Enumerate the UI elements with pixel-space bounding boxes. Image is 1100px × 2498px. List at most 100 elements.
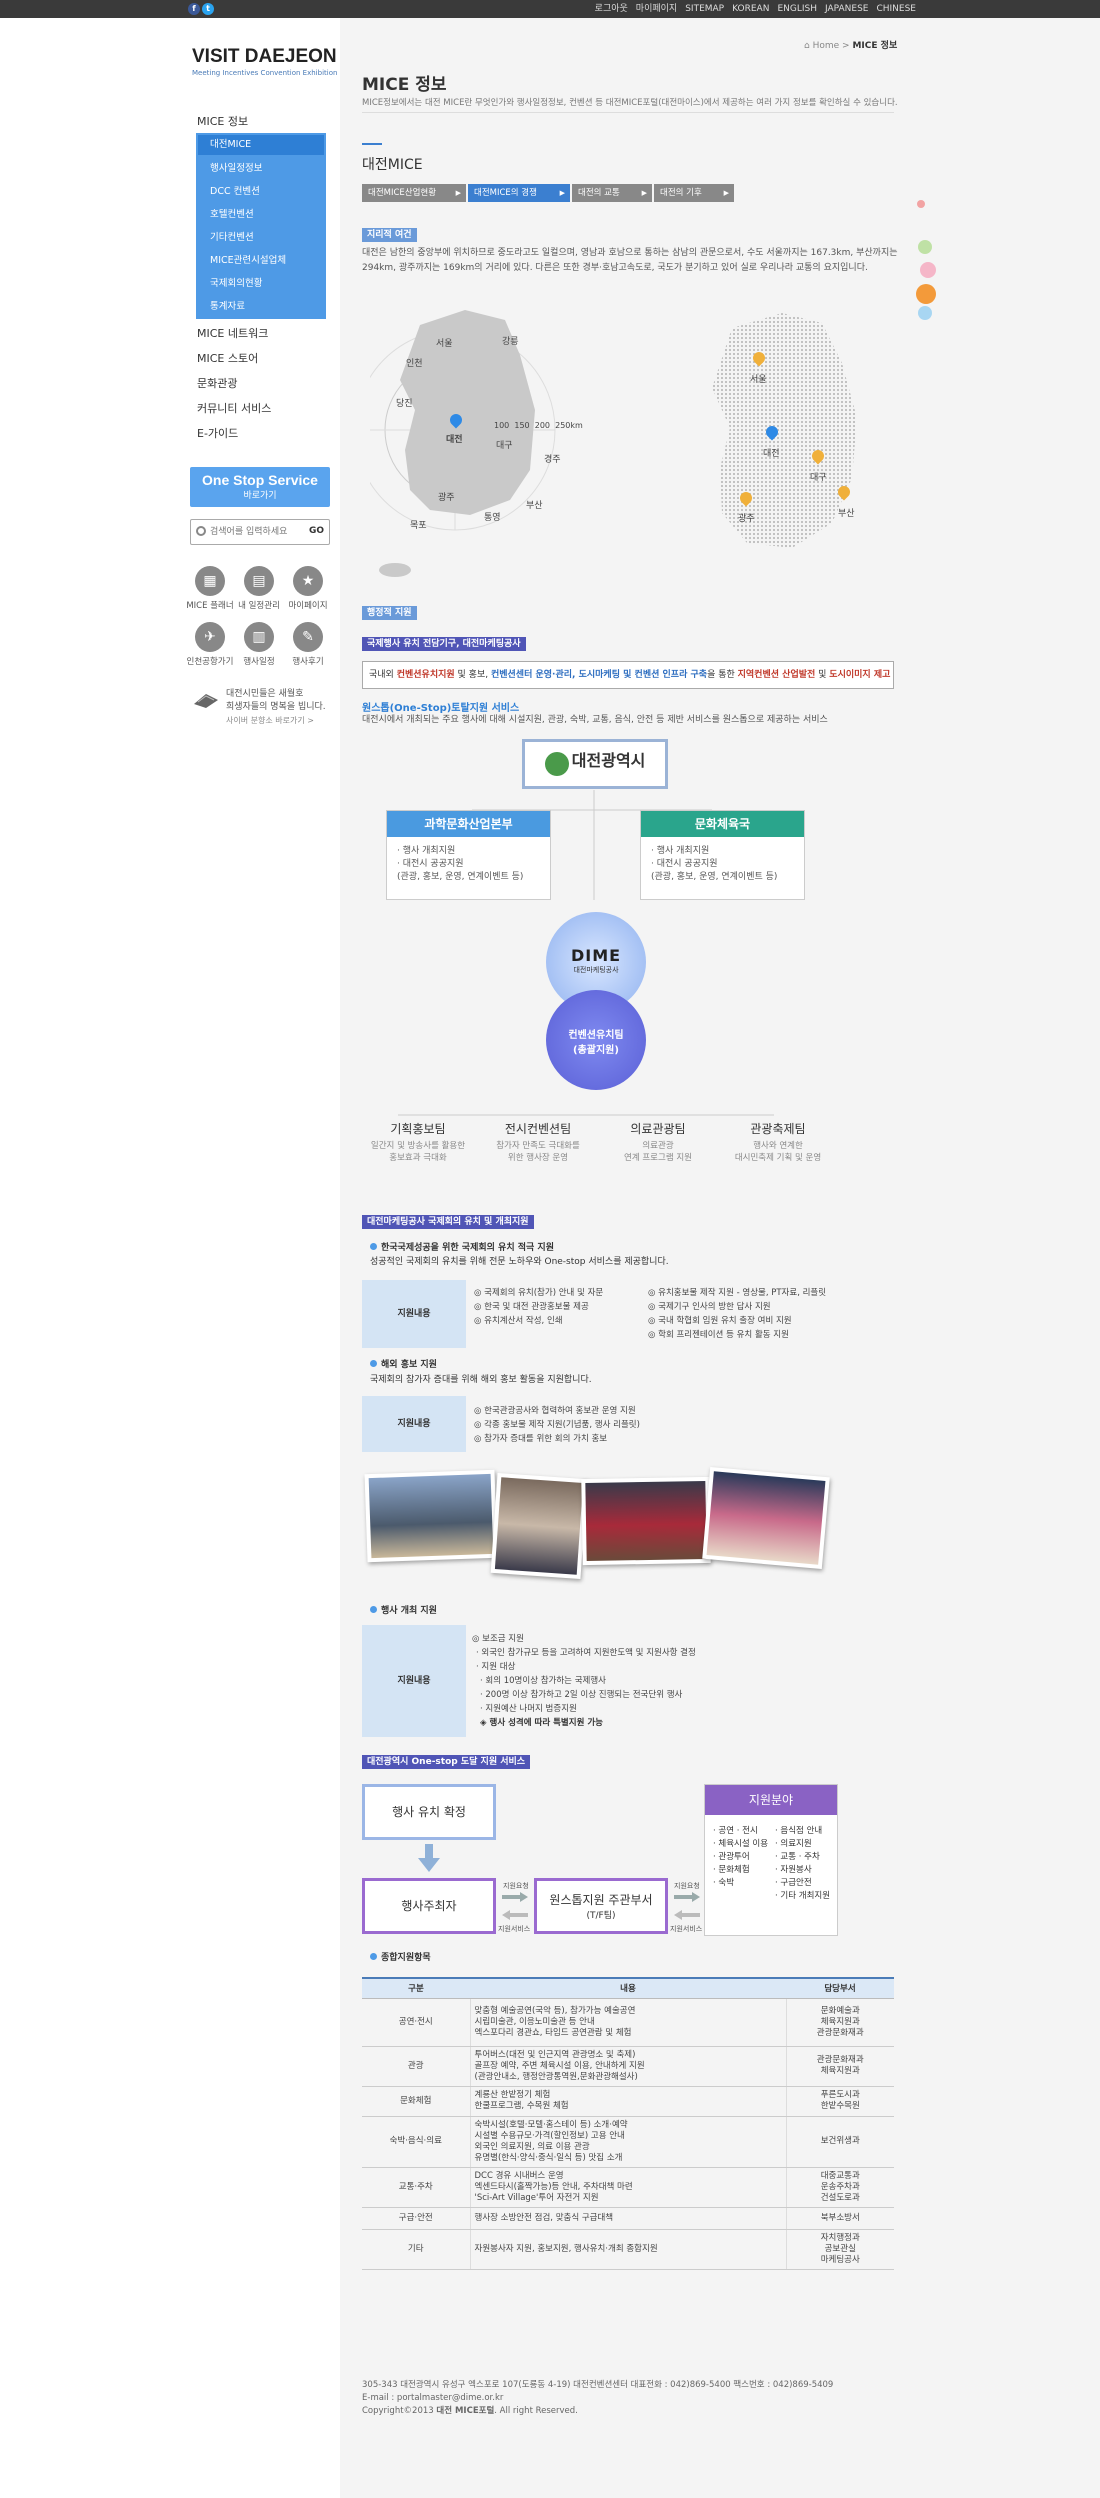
map-city-label: 대구 xyxy=(496,441,513,451)
table-line: 건설도로과 xyxy=(820,2192,860,2203)
table-line: 맞춤형 예술공연(국악 등), 참가가능 예술공연 xyxy=(474,2005,636,2016)
table-cell-content: 행사장 소방안전 점검, 맞춤식 구급대책 xyxy=(470,2207,787,2230)
map-rings-label: 100 150 200 250km xyxy=(494,421,583,430)
tab-climate[interactable]: 대전의 기후 ▶ xyxy=(654,184,734,202)
subnav-event-schedule[interactable]: 행사일정정보 xyxy=(210,160,262,174)
decor-dot xyxy=(918,240,932,254)
event-photo xyxy=(490,1472,588,1580)
table-cell-dept: 문화예술과 체육지원과 관광문화재과 xyxy=(786,1998,894,2047)
breadcrumb-current: MICE 정보 xyxy=(852,41,898,51)
search-go-button[interactable]: GO xyxy=(309,526,324,536)
quick-airport[interactable]: ✈ 인천공항가기 xyxy=(186,622,234,667)
quick-planner[interactable]: ▦ MICE 플래너 xyxy=(186,566,234,611)
table-cell-category: 기타 xyxy=(362,2229,471,2270)
subnav-hotel-convention[interactable]: 호텔컨벤션 xyxy=(210,206,254,220)
arrow-right-icon: ▶ xyxy=(641,189,647,197)
map-city-label: 대구 xyxy=(810,473,827,483)
one-stop-service-banner[interactable]: One Stop Service 바로가기 xyxy=(190,467,330,507)
intl-s2-label: 지원내용 xyxy=(362,1396,466,1452)
japanese-link[interactable]: JAPANESE xyxy=(825,4,868,14)
sitemap-link[interactable]: SITEMAP xyxy=(685,4,724,14)
table-cell-content: 맞춤형 예술공연(국악 등), 참가가능 예술공연 시립미술관, 이응노미술관 등… xyxy=(470,1998,787,2047)
support-item: ◎ 국제회의 유치(참가) 안내 및 자문 xyxy=(474,1288,604,1298)
quick-schedule[interactable]: ▤ 내 일정관리 xyxy=(235,566,283,611)
intl-s1-desc: 성공적인 국제회의 유치를 위해 전문 노하우와 One-stop 서비스를 제… xyxy=(370,1257,669,1267)
quick-label: 마이페이지 xyxy=(288,601,328,611)
table-cell-dept: 관광문화재과 체육지원과 xyxy=(786,2046,894,2087)
english-link[interactable]: ENGLISH xyxy=(777,4,817,14)
side-promo[interactable]: 대전시민들은 새월호 희생자들의 명복을 빕니다. 사이버 분향소 바로가기 > xyxy=(226,688,326,727)
daejeon-emblem-icon xyxy=(544,752,569,776)
intl-s3-label: 지원내용 xyxy=(362,1625,466,1737)
intl-s1-title: 한국국제성공을 위한 국제회의 유치 적극 지원 xyxy=(370,1240,554,1253)
subnav-facilities[interactable]: MICE관련시설업체 xyxy=(210,252,286,266)
table-header: 담당부서 xyxy=(786,1977,894,1999)
support-item: ◎ 학회 프리젠테이션 등 유치 활동 지원 xyxy=(648,1330,789,1340)
nav-mice-info[interactable]: MICE 정보 xyxy=(197,113,248,129)
table-cell-dept: 북부소방서 xyxy=(786,2207,894,2230)
breadcrumb-home[interactable]: Home xyxy=(813,41,840,51)
table-line: 관광문화재과 xyxy=(816,2027,864,2038)
subnav-dcc-convention[interactable]: DCC 컨벤션 xyxy=(210,183,260,197)
support-item: ◎ 보조금 지원 xyxy=(472,1634,524,1644)
nav-mice-store[interactable]: MICE 스토어 xyxy=(197,350,258,366)
dotted-map xyxy=(712,313,857,548)
logout-link[interactable]: 로그아웃 xyxy=(595,4,628,14)
nav-mice-network[interactable]: MICE 네트워크 xyxy=(197,325,268,341)
table-cell-category: 관광 xyxy=(362,2046,471,2087)
chinese-link[interactable]: CHINESE xyxy=(876,4,916,14)
nav-culture-tour[interactable]: 문화관광 xyxy=(197,375,237,391)
org-left-box: 과학문화산업본부 · 행사 개최지원 · 대전시 공공지원 (관광, 홍보, 운영,… xyxy=(386,810,551,900)
quick-mypage[interactable]: ★ 마이페이지 xyxy=(284,566,332,611)
page-description: MICE정보에서는 대전 MICE란 무엇인가와 행사일정정보, 컨벤션 등 대… xyxy=(362,98,898,108)
search-input[interactable] xyxy=(210,525,302,539)
tab-label: 대전의 기후 xyxy=(660,188,702,198)
nav-e-guide[interactable]: E-가이드 xyxy=(197,425,238,441)
quick-review[interactable]: ✎ 행사후기 xyxy=(284,622,332,667)
quick-label: 행사후기 xyxy=(292,657,324,667)
table-cell-dept: 보건위생과 xyxy=(786,2116,894,2168)
org-right-box: 문화체육국 · 행사 개최지원 · 대전시 공공지원 (관광, 홍보, 운영, 연계… xyxy=(640,810,805,900)
quick-events[interactable]: ▥ 행사일정 xyxy=(235,622,283,667)
footer: 305-343 대전광역시 유성구 엑스포로 107(도룡동 4-19) 대전컨… xyxy=(362,2379,833,2418)
table-line: 문화예술과 xyxy=(820,2005,860,2016)
map-city-label: 경주 xyxy=(544,455,561,465)
table-row: 기타 자원봉사자 지원, 홍보지원, 행사유치·개최 종합지원 자치행정과 공보관실 마… xyxy=(362,2229,894,2270)
promo-more-link[interactable]: 사이버 분향소 바로가기 > xyxy=(226,714,326,727)
map-city-label: 광주 xyxy=(738,514,755,524)
subnav-daejeon-mice[interactable]: 대전MICE xyxy=(198,135,324,155)
tab-traffic[interactable]: 대전의 교통 ▶ xyxy=(572,184,652,202)
support-item: · 지원예산 나머지 범증지원 xyxy=(480,1704,577,1714)
facebook-icon[interactable]: f xyxy=(188,3,200,15)
tab-industry[interactable]: 대전MICE산업현황 ▶ xyxy=(362,184,466,202)
home-icon[interactable]: ⌂ xyxy=(804,41,810,51)
subnav-intl-conference[interactable]: 국제회의현황 xyxy=(210,275,262,289)
subnav-other-convention[interactable]: 기타컨벤션 xyxy=(210,229,254,243)
search-icon xyxy=(196,526,206,536)
page-title: MICE 정보 xyxy=(362,75,447,95)
map-city-label: 강릉 xyxy=(502,337,519,347)
table-line: 엑스포다리 경관쇼, 타임드 공연관람 및 체험 xyxy=(474,2027,632,2038)
dime-sub: 대전마케팅공사 xyxy=(573,966,619,974)
map-city-label: 당진 xyxy=(396,399,413,409)
table-line: 엑센드타시(홀짝가능)등 안내, 주차대책 마련 xyxy=(474,2181,633,2192)
arrow-left-icon xyxy=(674,1910,700,1920)
arrow-left-icon xyxy=(502,1910,528,1920)
tab-competition[interactable]: 대전MICE의 경쟁 ▶ xyxy=(468,184,570,202)
nav-community[interactable]: 커뮤니티 서비스 xyxy=(197,400,271,416)
search-box: GO xyxy=(190,519,330,545)
geo-text-2: 294km, 광주까지는 169km의 거리에 있다. 다른은 또한 경부·호남… xyxy=(362,263,868,273)
oss-title: One Stop Service xyxy=(202,472,318,488)
table-line: 한밭수목원 xyxy=(820,2101,860,2111)
mypage-link[interactable]: 마이페이지 xyxy=(636,4,677,14)
support-item: ◎ 유치홍보물 제작 지원 - 영상물, PT자료, 리플릿 xyxy=(648,1288,827,1298)
support-item: ◎ 한국 및 대전 관광홍보물 제공 xyxy=(474,1302,589,1312)
twitter-icon[interactable]: t xyxy=(202,3,214,15)
subnav-statistics[interactable]: 통계자료 xyxy=(210,298,245,312)
support-item: · 외국인 참가규모 등을 고려하여 지원한도액 및 지원사항 결정 xyxy=(476,1648,696,1658)
table-line: 유명별(한식·양식·중식·일식 등) 맛집 소개 xyxy=(474,2152,623,2163)
table-cell-category: 구급·안전 xyxy=(362,2207,471,2230)
map-city-label: 서울 xyxy=(436,339,453,349)
site-logo[interactable]: VISIT DAEJEON xyxy=(192,46,337,68)
korean-link[interactable]: KOREAN xyxy=(732,4,769,14)
